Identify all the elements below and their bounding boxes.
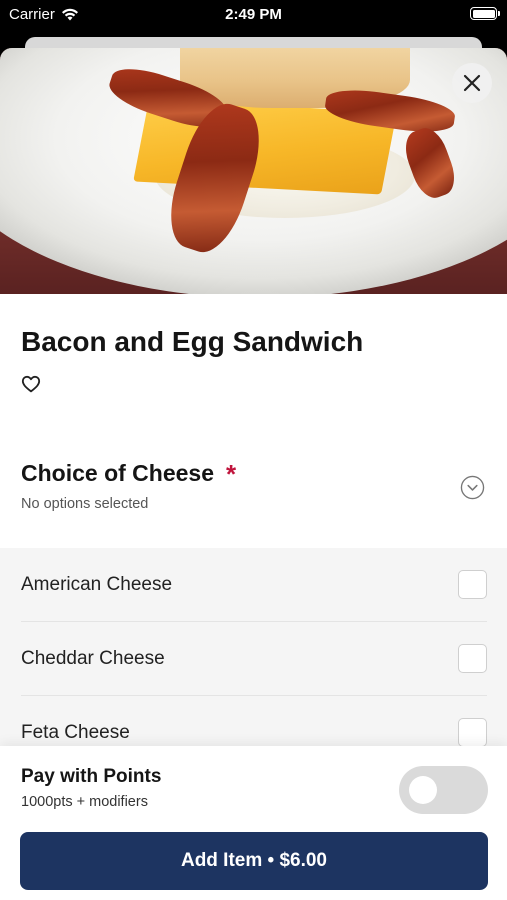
close-button[interactable]	[452, 63, 492, 103]
heart-icon[interactable]	[21, 375, 41, 393]
checkout-footer: Pay with Points 1000pts + modifiers Add …	[0, 746, 507, 900]
status-time: 2:49 PM	[225, 6, 282, 23]
modifier-group-status: No options selected	[21, 496, 149, 512]
status-bar: Carrier 2:49 PM	[0, 0, 507, 30]
pay-with-points-title: Pay with Points	[21, 766, 162, 787]
option-checkbox[interactable]	[458, 718, 487, 747]
pay-with-points-toggle[interactable]	[399, 766, 488, 814]
add-item-button[interactable]: Add Item • $6.00	[20, 832, 488, 890]
option-checkbox[interactable]	[458, 644, 487, 673]
chevron-down-circle-icon[interactable]	[460, 475, 485, 500]
item-photo	[0, 48, 507, 294]
close-icon	[463, 74, 481, 92]
option-cheddar-cheese[interactable]: Cheddar Cheese	[0, 622, 507, 696]
modifier-group-title: Choice of Cheese *	[21, 460, 236, 487]
option-american-cheese[interactable]: American Cheese	[0, 548, 507, 622]
option-label: American Cheese	[21, 574, 173, 595]
option-label: Cheddar Cheese	[21, 648, 165, 669]
pay-with-points-subtitle: 1000pts + modifiers	[21, 794, 148, 810]
item-title: Bacon and Egg Sandwich	[21, 326, 364, 357]
option-checkbox[interactable]	[458, 570, 487, 599]
status-right	[470, 7, 500, 20]
toggle-knob	[409, 776, 437, 804]
battery-icon	[470, 7, 500, 20]
required-indicator: *	[226, 458, 237, 489]
option-label: Feta Cheese	[21, 722, 130, 743]
modifier-group-label: Choice of Cheese	[21, 460, 214, 486]
item-sheet: Bacon and Egg Sandwich Choice of Cheese …	[0, 48, 507, 900]
